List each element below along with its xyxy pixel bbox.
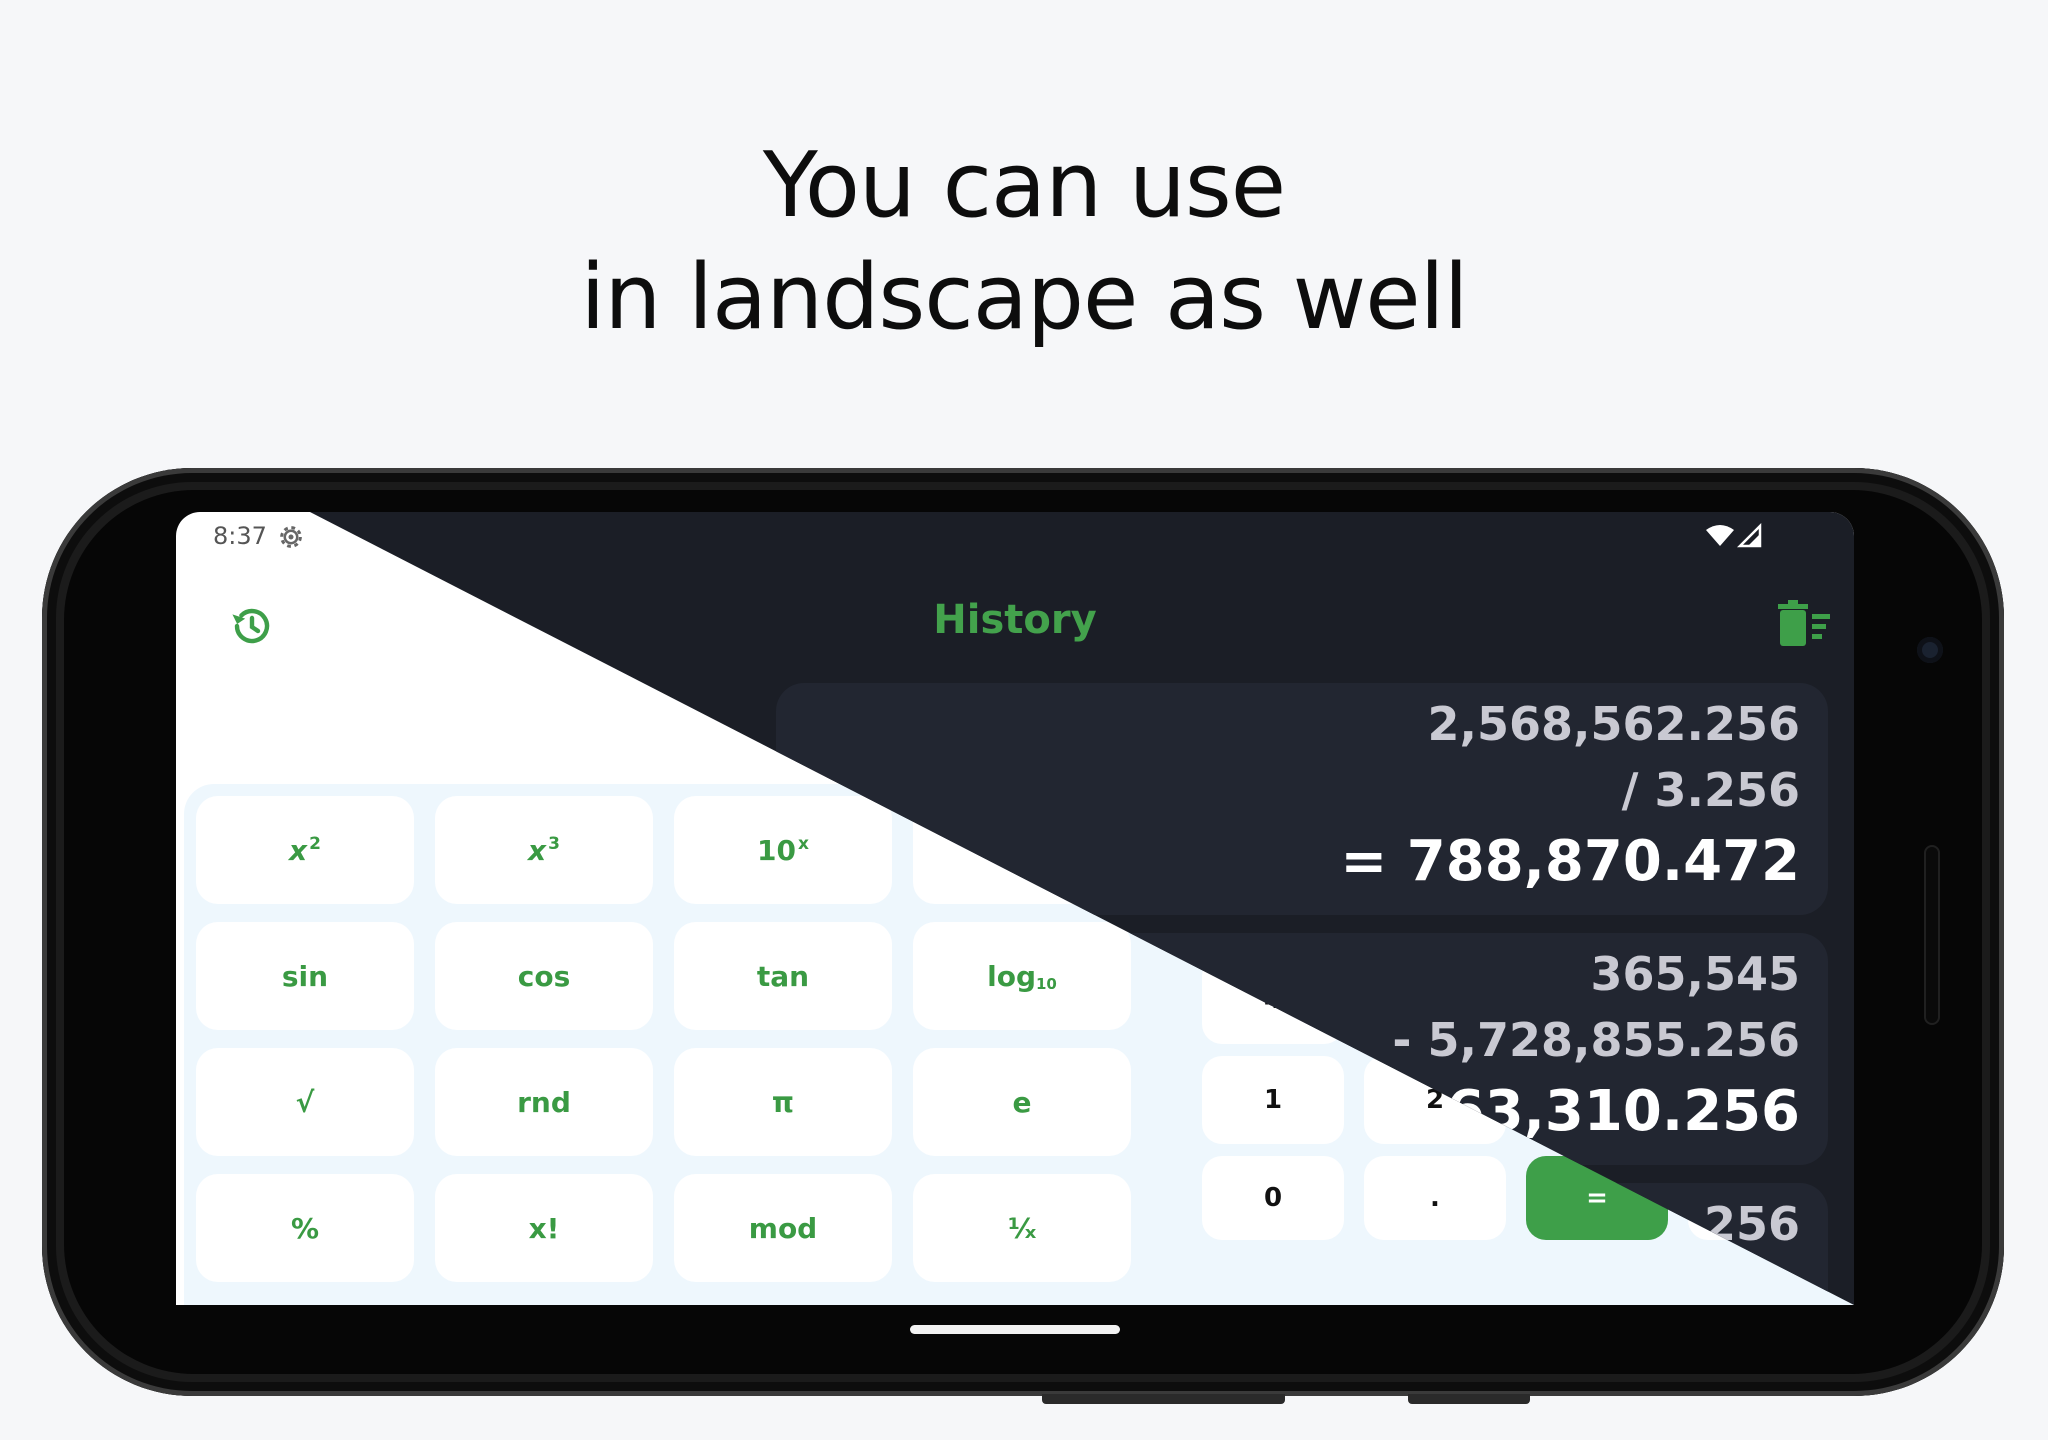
- key-label: x: [528, 833, 547, 867]
- key-cos[interactable]: cos: [435, 922, 653, 1030]
- phone-screen: 8:37 x2 x3 10 x sin cos tan log 10 √ rnd π…: [176, 512, 1854, 1305]
- history-operation: - 5,728,855.256: [1392, 1013, 1800, 1067]
- key-cube[interactable]: x3: [435, 796, 653, 904]
- key-sin[interactable]: sin: [196, 922, 414, 1030]
- key-label: tan: [756, 959, 810, 993]
- wifi-signal-icon: [1706, 522, 1762, 548]
- key-1[interactable]: 1: [1202, 1056, 1344, 1144]
- settings-gear-icon: [280, 526, 302, 548]
- key-label: x!: [528, 1211, 560, 1245]
- key-ten-power[interactable]: 10 x: [674, 796, 892, 904]
- phone-side-button: [1042, 1394, 1285, 1404]
- key-pi[interactable]: π: [674, 1048, 892, 1156]
- key-percent[interactable]: %: [196, 1174, 414, 1282]
- key-label: mod: [748, 1211, 818, 1245]
- key-sqrt[interactable]: √: [196, 1048, 414, 1156]
- history-operation: / 3.256: [1621, 763, 1800, 817]
- status-time: 8:37: [213, 522, 267, 550]
- history-operand: 365,545: [1590, 947, 1800, 1001]
- key-sup: 3: [548, 834, 560, 854]
- clear-history-icon[interactable]: [1776, 600, 1832, 648]
- key-label: π: [771, 1085, 795, 1119]
- key-rnd[interactable]: rnd: [435, 1048, 653, 1156]
- key-label: √: [295, 1085, 315, 1119]
- speaker-grille: [1924, 845, 1940, 1025]
- key-factorial[interactable]: x!: [435, 1174, 653, 1282]
- history-result: = 788,870.472: [1340, 829, 1800, 894]
- headline-line-2: in landscape as well: [580, 245, 1468, 350]
- key-label: %: [290, 1211, 320, 1245]
- key-label: 10: [757, 833, 796, 867]
- key-square[interactable]: x2: [196, 796, 414, 904]
- key-label: sin: [281, 959, 329, 993]
- key-label: cos: [517, 959, 571, 993]
- home-indicator[interactable]: [910, 1325, 1120, 1334]
- history-operand: 2,568,562.256: [1427, 697, 1801, 751]
- history-icon[interactable]: [228, 602, 276, 650]
- key-mod[interactable]: mod: [674, 1174, 892, 1282]
- headline: You can use in landscape as well: [0, 130, 2048, 354]
- key-sup: x: [798, 834, 809, 854]
- key-label: rnd: [517, 1085, 571, 1119]
- key-0[interactable]: 0: [1202, 1156, 1344, 1240]
- key-e[interactable]: e: [913, 1048, 1131, 1156]
- key-reciprocal[interactable]: ¹⁄ₓ: [913, 1174, 1131, 1282]
- key-sup: 2: [309, 834, 321, 854]
- key-label: x: [289, 833, 308, 867]
- key-label: log: [987, 959, 1036, 993]
- key-label: e: [1012, 1085, 1032, 1119]
- key-sub: 10: [1036, 975, 1057, 993]
- key-tan[interactable]: tan: [674, 922, 892, 1030]
- phone-side-button-2: [1408, 1394, 1530, 1404]
- key-log10[interactable]: log 10: [913, 922, 1131, 1030]
- key-decimal[interactable]: .: [1364, 1156, 1506, 1240]
- headline-line-1: You can use: [762, 133, 1286, 238]
- front-camera: [1917, 637, 1943, 663]
- key-label: ¹⁄ₓ: [1007, 1211, 1037, 1245]
